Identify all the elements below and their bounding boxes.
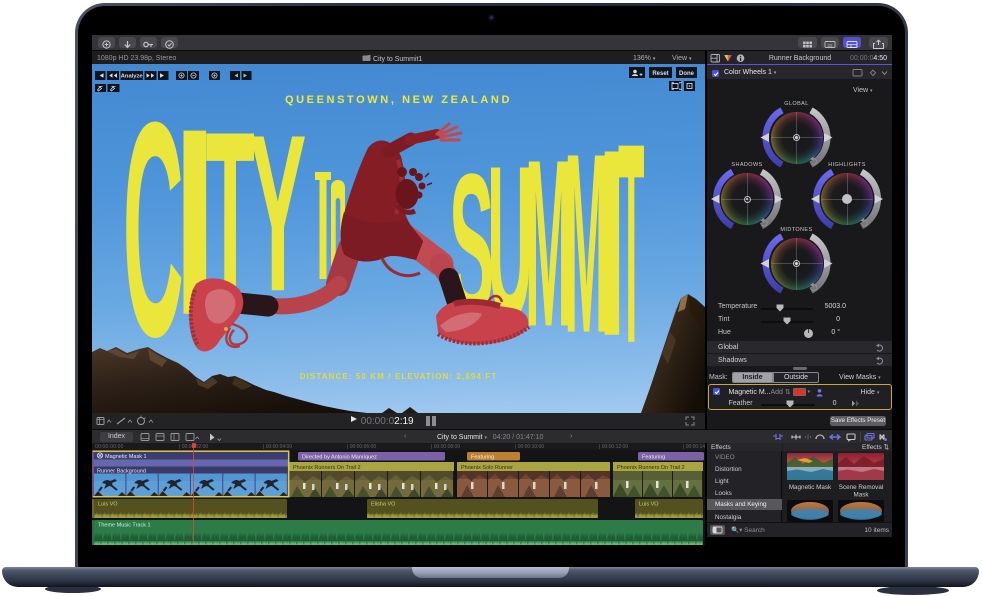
svg-text:Analyze: Analyze: [121, 74, 144, 80]
svg-text:Scene Removal: Scene Removal: [839, 484, 883, 491]
svg-text:Phoenix Runners On Trail 2: Phoenix Runners On Trail 2: [617, 465, 685, 471]
svg-text:Directed by Antonio Manriquez: Directed by Antonio Manriquez: [302, 455, 377, 461]
svg-text:Featuring: Featuring: [642, 455, 665, 461]
svg-text:Phoenix Runners On Trail 2: Phoenix Runners On Trail 2: [293, 465, 361, 471]
svg-text:Phoenix Solo Runner: Phoenix Solo Runner: [461, 465, 513, 471]
svg-text:Theme Music Track 1: Theme Music Track 1: [98, 523, 151, 529]
svg-text:Luis VO: Luis VO: [639, 502, 659, 508]
svg-text:Featuring: Featuring: [471, 455, 494, 461]
svg-text:Luis VO: Luis VO: [98, 502, 118, 508]
svg-text:T: T: [618, 85, 644, 404]
svg-text:Elisha VO: Elisha VO: [371, 502, 396, 508]
svg-text:Mask: Mask: [853, 492, 869, 499]
svg-text:Magnetic Mask 1: Magnetic Mask 1: [105, 454, 147, 460]
svg-text:Magnetic Mask: Magnetic Mask: [789, 484, 832, 491]
svg-text:Done: Done: [679, 71, 695, 77]
svg-text:Reset: Reset: [652, 71, 668, 77]
svg-text:Runner Background: Runner Background: [97, 468, 146, 474]
svg-text:ss: ss: [828, 43, 834, 49]
